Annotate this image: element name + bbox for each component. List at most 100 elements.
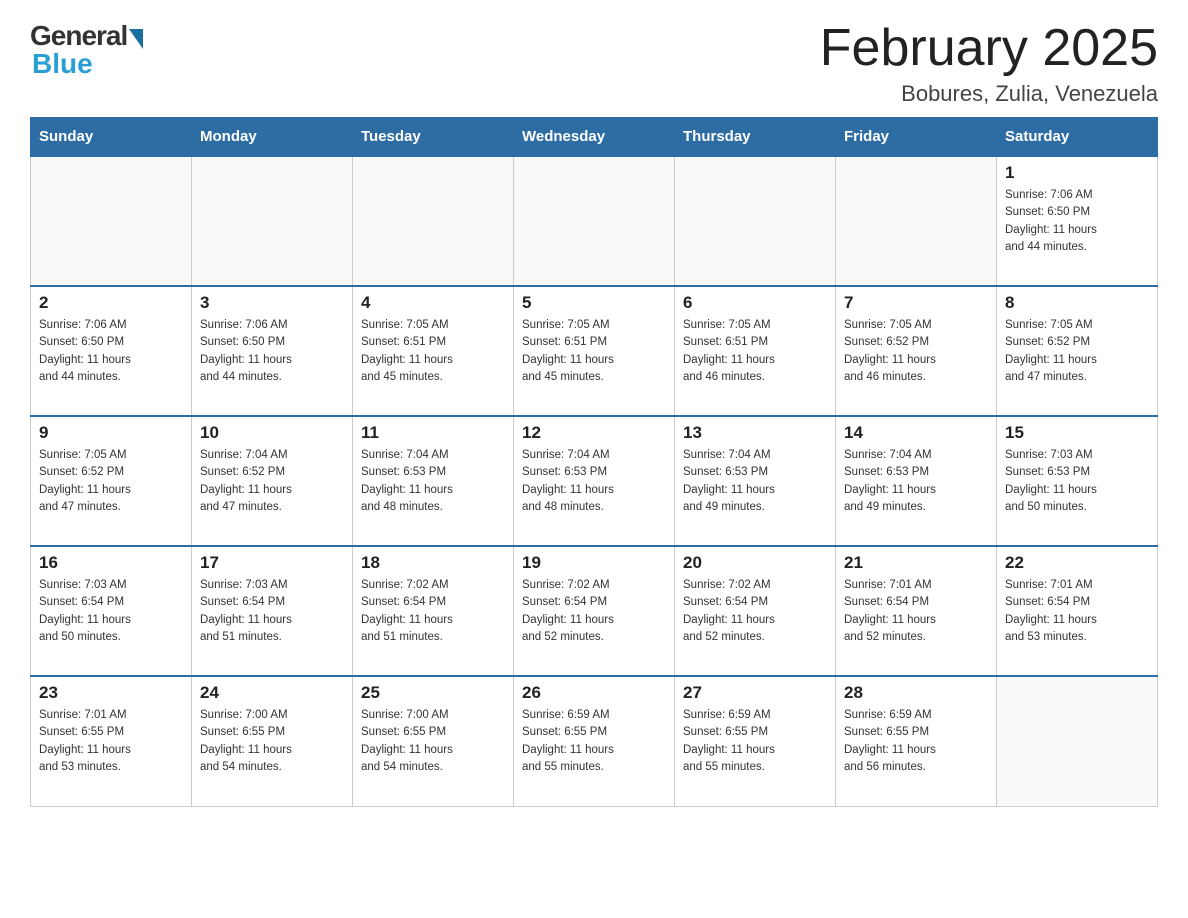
calendar-cell: 28 Sunrise: 6:59 AMSunset: 6:55 PMDayligh…	[836, 676, 997, 806]
calendar-cell	[31, 156, 192, 286]
weekday-header-row: SundayMondayTuesdayWednesdayThursdayFrid…	[31, 118, 1158, 157]
calendar-cell: 19Sunrise: 7:02 AMSunset: 6:54 PMDayligh…	[514, 546, 675, 676]
day-number: 2	[39, 293, 183, 313]
day-number: 26	[522, 683, 666, 703]
day-info: Sunrise: 7:05 AMSunset: 6:51 PMDaylight:…	[683, 317, 827, 386]
day-info: Sunrise: 7:02 AMSunset: 6:54 PMDaylight:…	[361, 577, 505, 646]
calendar-cell: 21 Sunrise: 7:01 AMSunset: 6:54 PMDayligh…	[836, 546, 997, 676]
day-number: 16	[39, 553, 183, 573]
day-number: 20	[683, 553, 827, 573]
calendar-cell: 9 Sunrise: 7:05 AMSunset: 6:52 PMDaylight…	[31, 416, 192, 546]
day-info: Sunrise: 7:02 AMSunset: 6:54 PMDaylight:…	[522, 577, 666, 646]
day-info: Sunrise: 7:04 AMSunset: 6:53 PMDaylight:…	[361, 447, 505, 516]
day-info: Sunrise: 6:59 AMSunset: 6:55 PMDaylight:…	[683, 707, 827, 776]
day-info: Sunrise: 6:59 AMSunset: 6:55 PMDaylight:…	[844, 707, 988, 776]
page-header: General Blue February 2025 Bobures, Zuli…	[30, 20, 1158, 107]
calendar-cell: 12 Sunrise: 7:04 AMSunset: 6:53 PMDayligh…	[514, 416, 675, 546]
calendar-cell: 3 Sunrise: 7:06 AMSunset: 6:50 PMDaylight…	[192, 286, 353, 416]
day-info: Sunrise: 7:01 AMSunset: 6:54 PMDaylight:…	[844, 577, 988, 646]
calendar-cell: 11 Sunrise: 7:04 AMSunset: 6:53 PMDayligh…	[353, 416, 514, 546]
day-info: Sunrise: 7:04 AMSunset: 6:52 PMDaylight:…	[200, 447, 344, 516]
calendar-cell: 27 Sunrise: 6:59 AMSunset: 6:55 PMDayligh…	[675, 676, 836, 806]
day-info: Sunrise: 7:05 AMSunset: 6:52 PMDaylight:…	[844, 317, 988, 386]
calendar-cell: 13 Sunrise: 7:04 AMSunset: 6:53 PMDayligh…	[675, 416, 836, 546]
logo-blue-text: Blue	[32, 48, 93, 80]
day-info: Sunrise: 7:05 AMSunset: 6:51 PMDaylight:…	[361, 317, 505, 386]
calendar-cell	[192, 156, 353, 286]
calendar-cell: 5 Sunrise: 7:05 AMSunset: 6:51 PMDaylight…	[514, 286, 675, 416]
calendar-table: SundayMondayTuesdayWednesdayThursdayFrid…	[30, 117, 1158, 807]
day-number: 21	[844, 553, 988, 573]
calendar-cell: 23 Sunrise: 7:01 AMSunset: 6:55 PMDayligh…	[31, 676, 192, 806]
calendar-cell: 17 Sunrise: 7:03 AMSunset: 6:54 PMDayligh…	[192, 546, 353, 676]
day-number: 12	[522, 423, 666, 443]
day-number: 8	[1005, 293, 1149, 313]
day-info: Sunrise: 7:06 AMSunset: 6:50 PMDaylight:…	[1005, 187, 1149, 256]
day-number: 23	[39, 683, 183, 703]
week-row-5: 23 Sunrise: 7:01 AMSunset: 6:55 PMDayligh…	[31, 676, 1158, 806]
day-info: Sunrise: 7:04 AMSunset: 6:53 PMDaylight:…	[844, 447, 988, 516]
day-info: Sunrise: 7:01 AMSunset: 6:54 PMDaylight:…	[1005, 577, 1149, 646]
day-number: 22	[1005, 553, 1149, 573]
calendar-cell	[514, 156, 675, 286]
day-number: 13	[683, 423, 827, 443]
calendar-cell: 20 Sunrise: 7:02 AMSunset: 6:54 PMDayligh…	[675, 546, 836, 676]
calendar-cell	[997, 676, 1158, 806]
day-info: Sunrise: 7:03 AMSunset: 6:54 PMDaylight:…	[39, 577, 183, 646]
day-info: Sunrise: 7:03 AMSunset: 6:53 PMDaylight:…	[1005, 447, 1149, 516]
calendar-cell: 7 Sunrise: 7:05 AMSunset: 6:52 PMDaylight…	[836, 286, 997, 416]
day-number: 28	[844, 683, 988, 703]
day-info: Sunrise: 7:06 AMSunset: 6:50 PMDaylight:…	[200, 317, 344, 386]
title-section: February 2025 Bobures, Zulia, Venezuela	[820, 20, 1158, 107]
weekday-header-tuesday: Tuesday	[353, 118, 514, 157]
week-row-4: 16 Sunrise: 7:03 AMSunset: 6:54 PMDayligh…	[31, 546, 1158, 676]
day-info: Sunrise: 7:04 AMSunset: 6:53 PMDaylight:…	[683, 447, 827, 516]
day-info: Sunrise: 7:04 AMSunset: 6:53 PMDaylight:…	[522, 447, 666, 516]
logo: General Blue	[30, 20, 143, 80]
day-number: 5	[522, 293, 666, 313]
day-info: Sunrise: 7:00 AMSunset: 6:55 PMDaylight:…	[200, 707, 344, 776]
calendar-cell	[675, 156, 836, 286]
day-info: Sunrise: 7:01 AMSunset: 6:55 PMDaylight:…	[39, 707, 183, 776]
day-number: 25	[361, 683, 505, 703]
day-number: 3	[200, 293, 344, 313]
weekday-header-saturday: Saturday	[997, 118, 1158, 157]
calendar-cell: 15 Sunrise: 7:03 AMSunset: 6:53 PMDayligh…	[997, 416, 1158, 546]
calendar-cell: 22 Sunrise: 7:01 AMSunset: 6:54 PMDayligh…	[997, 546, 1158, 676]
week-row-2: 2 Sunrise: 7:06 AMSunset: 6:50 PMDaylight…	[31, 286, 1158, 416]
day-number: 7	[844, 293, 988, 313]
day-number: 15	[1005, 423, 1149, 443]
day-number: 27	[683, 683, 827, 703]
calendar-cell: 10 Sunrise: 7:04 AMSunset: 6:52 PMDayligh…	[192, 416, 353, 546]
day-number: 17	[200, 553, 344, 573]
day-number: 1	[1005, 163, 1149, 183]
calendar-cell	[836, 156, 997, 286]
day-number: 24	[200, 683, 344, 703]
calendar-cell: 24 Sunrise: 7:00 AMSunset: 6:55 PMDayligh…	[192, 676, 353, 806]
calendar-cell: 1 Sunrise: 7:06 AMSunset: 6:50 PMDaylight…	[997, 156, 1158, 286]
day-info: Sunrise: 7:05 AMSunset: 6:51 PMDaylight:…	[522, 317, 666, 386]
day-info: Sunrise: 7:05 AMSunset: 6:52 PMDaylight:…	[1005, 317, 1149, 386]
day-number: 9	[39, 423, 183, 443]
day-number: 14	[844, 423, 988, 443]
day-info: Sunrise: 7:05 AMSunset: 6:52 PMDaylight:…	[39, 447, 183, 516]
day-info: Sunrise: 6:59 AMSunset: 6:55 PMDaylight:…	[522, 707, 666, 776]
day-info: Sunrise: 7:03 AMSunset: 6:54 PMDaylight:…	[200, 577, 344, 646]
calendar-cell: 4 Sunrise: 7:05 AMSunset: 6:51 PMDaylight…	[353, 286, 514, 416]
calendar-cell: 8 Sunrise: 7:05 AMSunset: 6:52 PMDaylight…	[997, 286, 1158, 416]
day-info: Sunrise: 7:06 AMSunset: 6:50 PMDaylight:…	[39, 317, 183, 386]
calendar-subtitle: Bobures, Zulia, Venezuela	[820, 81, 1158, 107]
day-number: 10	[200, 423, 344, 443]
day-info: Sunrise: 7:00 AMSunset: 6:55 PMDaylight:…	[361, 707, 505, 776]
day-number: 18	[361, 553, 505, 573]
calendar-cell: 14 Sunrise: 7:04 AMSunset: 6:53 PMDayligh…	[836, 416, 997, 546]
day-number: 4	[361, 293, 505, 313]
weekday-header-monday: Monday	[192, 118, 353, 157]
day-number: 6	[683, 293, 827, 313]
day-number: 11	[361, 423, 505, 443]
calendar-cell: 25 Sunrise: 7:00 AMSunset: 6:55 PMDayligh…	[353, 676, 514, 806]
calendar-cell: 18 Sunrise: 7:02 AMSunset: 6:54 PMDayligh…	[353, 546, 514, 676]
day-info: Sunrise: 7:02 AMSunset: 6:54 PMDaylight:…	[683, 577, 827, 646]
weekday-header-sunday: Sunday	[31, 118, 192, 157]
calendar-cell: 16 Sunrise: 7:03 AMSunset: 6:54 PMDayligh…	[31, 546, 192, 676]
